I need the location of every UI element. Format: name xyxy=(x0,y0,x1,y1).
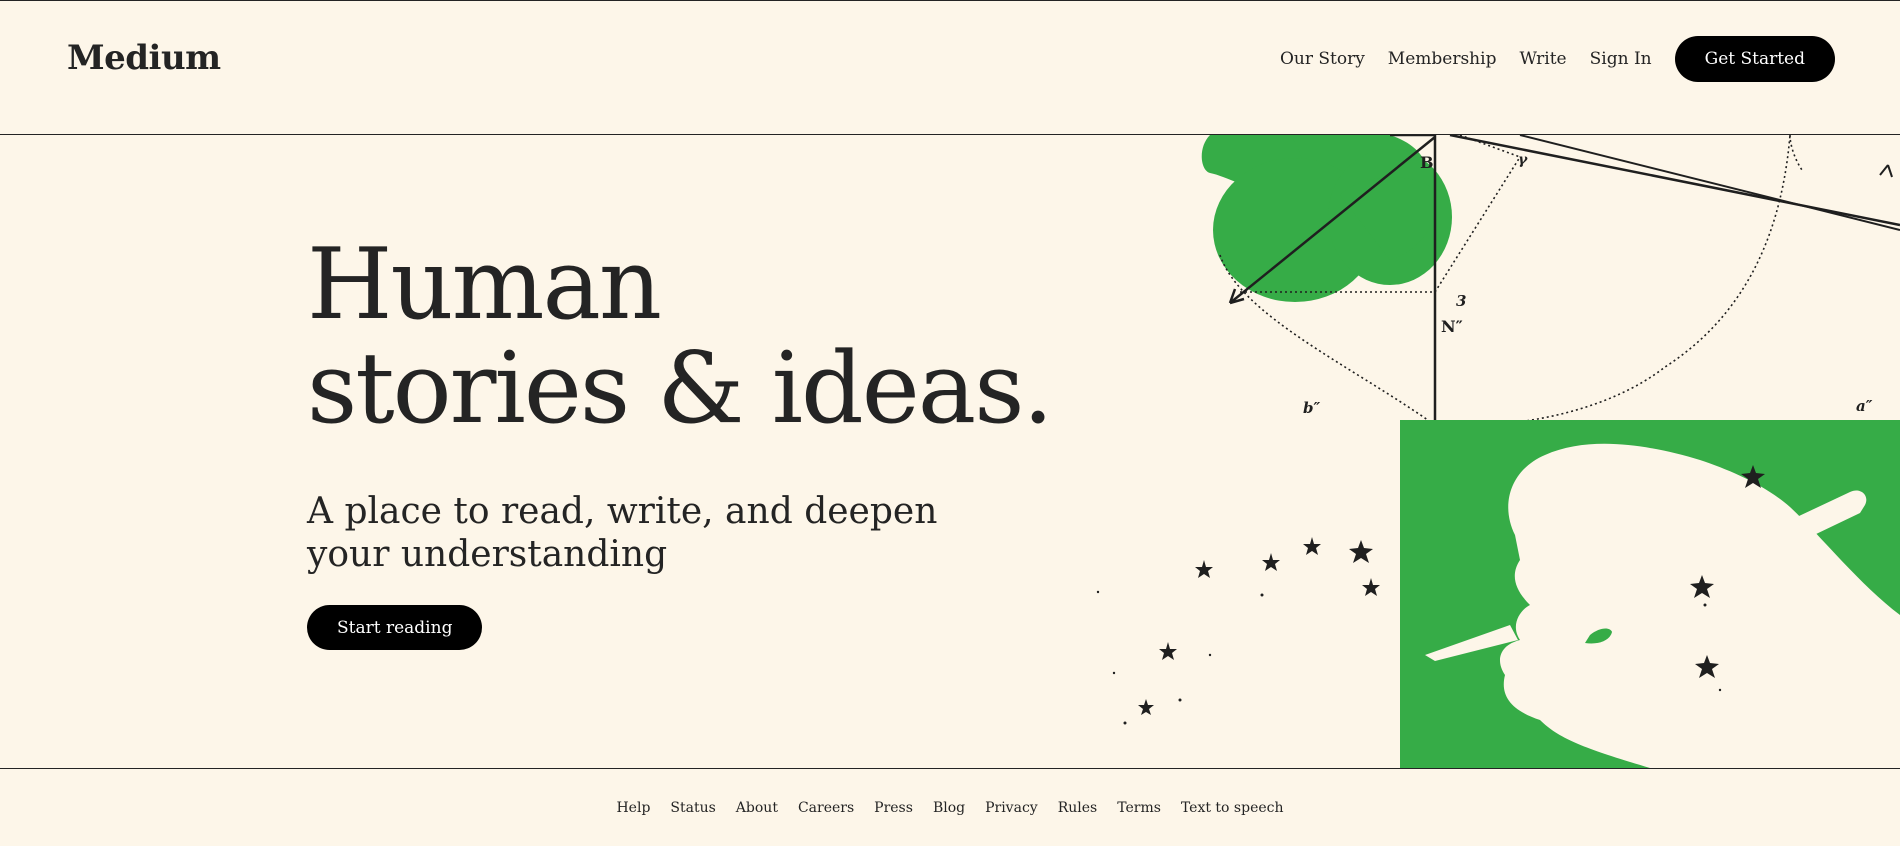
footer-link-about[interactable]: About xyxy=(736,800,778,816)
footer-link-press[interactable]: Press xyxy=(874,800,913,816)
footer-link-careers[interactable]: Careers xyxy=(798,800,854,816)
svg-text:a″: a″ xyxy=(1856,397,1873,415)
medium-logo[interactable]: Medium xyxy=(67,38,221,78)
top-nav: Our Story Membership Write Sign In Get S… xyxy=(1280,36,1835,82)
footer-link-terms[interactable]: Terms xyxy=(1117,800,1161,816)
get-started-button[interactable]: Get Started xyxy=(1674,36,1835,82)
hero-title-line-2: stories & ideas. xyxy=(307,332,1054,446)
hero-title-line-1: Human xyxy=(307,228,662,342)
svg-text:γ: γ xyxy=(1518,152,1528,168)
hero-title: Human stories & ideas. xyxy=(307,228,1054,446)
site-footer: Help Status About Careers Press Blog Pri… xyxy=(0,768,1900,846)
nav-link-our-story[interactable]: Our Story xyxy=(1280,49,1365,69)
green-blob-shape xyxy=(1201,135,1452,302)
hero-section: Human stories & ideas. A place to read, … xyxy=(0,135,1900,768)
footer-link-status[interactable]: Status xyxy=(670,800,715,816)
nav-link-sign-in[interactable]: Sign In xyxy=(1590,49,1652,69)
start-reading-button[interactable]: Start reading xyxy=(307,605,483,650)
svg-text:N″: N″ xyxy=(1441,317,1463,336)
hand-writing-illustration: B γ 3 N″ b″ E a″ xyxy=(1096,135,1900,768)
svg-text:3: 3 xyxy=(1456,292,1466,310)
svg-text:B: B xyxy=(1420,153,1434,172)
site-header: Medium Our Story Membership Write Sign I… xyxy=(0,0,1900,135)
footer-link-text-to-speech[interactable]: Text to speech xyxy=(1181,800,1284,816)
nav-link-membership[interactable]: Membership xyxy=(1388,49,1497,69)
footer-link-help[interactable]: Help xyxy=(616,800,650,816)
footer-link-rules[interactable]: Rules xyxy=(1058,800,1098,816)
nav-link-write[interactable]: Write xyxy=(1519,49,1566,69)
svg-text:b″: b″ xyxy=(1303,399,1320,417)
footer-link-blog[interactable]: Blog xyxy=(933,800,965,816)
hero-subtitle: A place to read, write, and deepen your … xyxy=(307,491,938,575)
footer-link-privacy[interactable]: Privacy xyxy=(985,800,1038,816)
